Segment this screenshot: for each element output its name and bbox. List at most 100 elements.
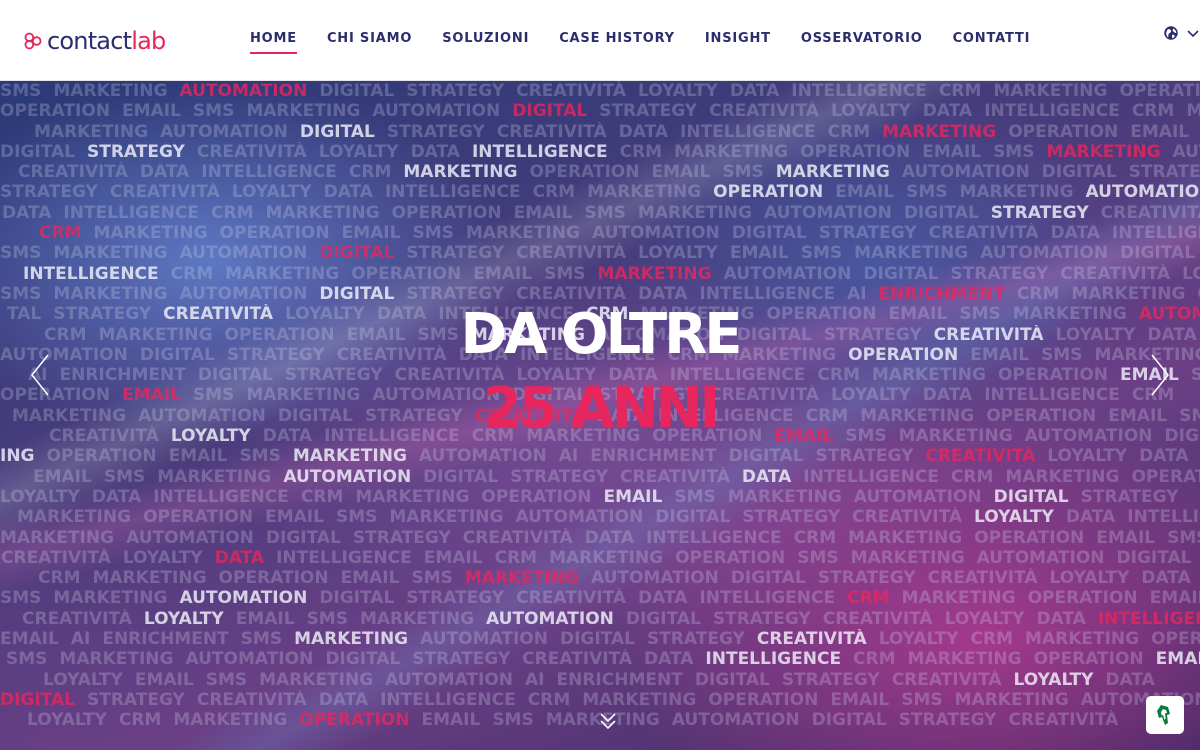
word-cloud-word: EMAIL — [473, 263, 533, 284]
word-cloud-word: AUTOMATION — [418, 446, 547, 467]
word-cloud-word: LOYALTY — [122, 547, 203, 568]
word-cloud-word: AUTOMATION — [853, 486, 982, 507]
word-cloud-word: OPERATION — [218, 568, 329, 589]
word-cloud-word: SMS — [492, 710, 534, 731]
word-cloud-word: DIGITAL — [325, 649, 401, 670]
word-cloud-word: AUTOMATION — [179, 81, 308, 101]
word-cloud-word: CRM — [938, 81, 982, 101]
word-cloud-word: STRATEGY — [406, 243, 505, 264]
word-cloud-word: DATA — [139, 162, 190, 183]
hero-headline-line2: 25 ANNI — [482, 376, 720, 441]
word-cloud-word: SMS — [722, 162, 764, 183]
word-cloud-word: CREATIVITÀ — [822, 608, 933, 629]
chevron-left-icon[interactable] — [28, 353, 52, 397]
word-cloud-word: MARKETING — [637, 202, 752, 223]
word-cloud-word: DATA — [2, 202, 52, 223]
word-cloud-word: CREATIVITÀ — [925, 446, 1036, 467]
word-cloud-word: AUTOMATION — [591, 223, 720, 244]
word-cloud-word: AUTOMATION — [1085, 182, 1200, 203]
word-cloud-word: EMAIL — [835, 182, 895, 203]
word-cloud-row: INTELLIGENCE CRM MARKETING OPERATION EMAIL SM… — [0, 264, 1200, 284]
nav-item-osservatorio[interactable]: OSSERVATORIO — [801, 30, 923, 54]
nav-item-case-history[interactable]: CASE HISTORY — [559, 30, 675, 54]
word-cloud-word: LOYALTY — [318, 141, 399, 162]
word-cloud-word: MARKETING — [17, 507, 132, 528]
word-cloud-word: CREATIVITÀ — [18, 162, 128, 183]
word-cloud-word: CRM — [1016, 283, 1060, 304]
word-cloud-word: CREATIVITÀ — [109, 182, 220, 203]
word-cloud-word: DIGITAL — [1041, 162, 1117, 183]
word-cloud-word: OPERATION — [974, 527, 1085, 548]
nav-item-chi-siamo[interactable]: CHI SIAMO — [327, 30, 412, 54]
word-cloud-word: INTELLIGENCE — [984, 101, 1120, 122]
word-cloud-word: DIGITAL — [319, 588, 395, 609]
word-cloud-word: MARKETING — [1025, 629, 1140, 650]
word-cloud-row: LOYALTY EMAIL SMS MARKETING AUTOMATION AI ENRI… — [0, 670, 1200, 690]
word-cloud-word: EMAIL — [122, 101, 181, 122]
word-cloud-word: MARKETING — [246, 101, 361, 122]
word-cloud-word: STRATEGY — [742, 507, 841, 528]
word-cloud-word: DIGITAL — [993, 486, 1069, 507]
word-cloud-word: CREATIVITÀ — [1, 547, 111, 568]
word-cloud-word: CREATIVITÀ — [196, 689, 307, 710]
word-cloud-word: CRM — [211, 202, 254, 223]
word-cloud-word: CRM — [827, 121, 871, 142]
word-cloud-word: MARKETING — [294, 629, 409, 650]
word-cloud-word: STRATEGY — [86, 689, 185, 710]
word-cloud-word: MARKETING — [265, 202, 380, 223]
word-cloud-word: CRM — [853, 649, 896, 670]
nav-item-soluzioni[interactable]: SOLUZIONI — [442, 30, 529, 54]
word-cloud-word: CREATIVITÀ — [1100, 202, 1200, 223]
word-cloud-word: LOYALTY — [1049, 568, 1130, 589]
word-cloud-row: DIGITAL STRATEGY CREATIVITÀ LOYALTY DATA INTE… — [0, 142, 1200, 162]
word-cloud-word: DIGITAL — [1116, 547, 1192, 568]
word-cloud-word: INTELLIGENCE — [646, 527, 782, 548]
word-cloud-word: AUTOMATION — [385, 669, 514, 690]
word-cloud-word: MARKETING — [907, 649, 1022, 670]
language-selector[interactable] — [1162, 24, 1200, 42]
word-cloud-word: SMS — [0, 81, 42, 101]
word-cloud-word: STRATEGY — [412, 649, 511, 670]
word-cloud-word: STRATEGY — [1080, 486, 1179, 507]
word-cloud-word: MARKETING — [587, 182, 702, 203]
word-cloud-word: AUTOMATION — [372, 101, 501, 122]
nav-item-contatti[interactable]: CONTATTI — [953, 30, 1031, 54]
word-cloud-word: EMAIL — [0, 629, 59, 650]
word-cloud-word: AUTOMATION — [671, 710, 800, 731]
word-cloud-word: EMAIL — [513, 202, 573, 223]
nav-item-home[interactable]: HOME — [250, 30, 297, 54]
word-cloud-word: DIGITAL — [265, 527, 341, 548]
word-cloud-word: CRM — [39, 223, 82, 244]
word-cloud-word: SMS — [797, 547, 839, 568]
word-cloud-word: DATA — [323, 182, 373, 203]
word-cloud-word: DIGITAL — [423, 466, 499, 487]
double-chevron-down-icon[interactable] — [598, 711, 618, 733]
word-cloud-word: AUTOMATION — [723, 263, 852, 284]
word-cloud-word: LOYALTY — [944, 608, 1025, 629]
chevron-right-icon[interactable] — [1148, 353, 1172, 397]
word-cloud-word: DIGITAL — [730, 568, 806, 589]
word-cloud-word: AI — [558, 446, 579, 467]
word-cloud-word: LOYALTY — [974, 507, 1054, 528]
word-cloud-row: STRATEGY CREATIVITÀ LOYALTY DATA INTELLIGENC… — [0, 182, 1200, 202]
word-cloud-word: CREATIVITÀ — [516, 588, 627, 609]
logo[interactable]: contactlab — [22, 26, 166, 56]
word-cloud-word: ING — [0, 446, 35, 467]
nav-item-insight[interactable]: INSIGHT — [705, 30, 771, 54]
word-cloud-word: STRATEGY — [818, 223, 917, 244]
word-cloud-word: DATA — [1036, 608, 1086, 629]
word-cloud-word: DATA — [1141, 568, 1191, 589]
word-cloud-row: OPERATION EMAIL SMS MARKETING AUTOMATION DIGI… — [0, 101, 1200, 121]
word-cloud-word: STRATEGY — [817, 568, 916, 589]
word-cloud-word: EMAIL — [235, 608, 295, 629]
word-cloud-word: EMAIL — [134, 669, 194, 690]
accessibility-button[interactable] — [1146, 696, 1184, 734]
word-cloud-word: CRM — [348, 162, 392, 183]
word-cloud-word: MARKETING — [850, 547, 965, 568]
word-cloud-word: SMS — [239, 446, 281, 467]
word-cloud-word: MARKETING — [0, 527, 115, 548]
word-cloud-word: OPERATION — [351, 263, 462, 284]
word-cloud-word: OPERATION — [800, 141, 911, 162]
word-cloud-word: CRM — [170, 263, 214, 284]
word-cloud-word: EMAIL — [265, 507, 324, 528]
